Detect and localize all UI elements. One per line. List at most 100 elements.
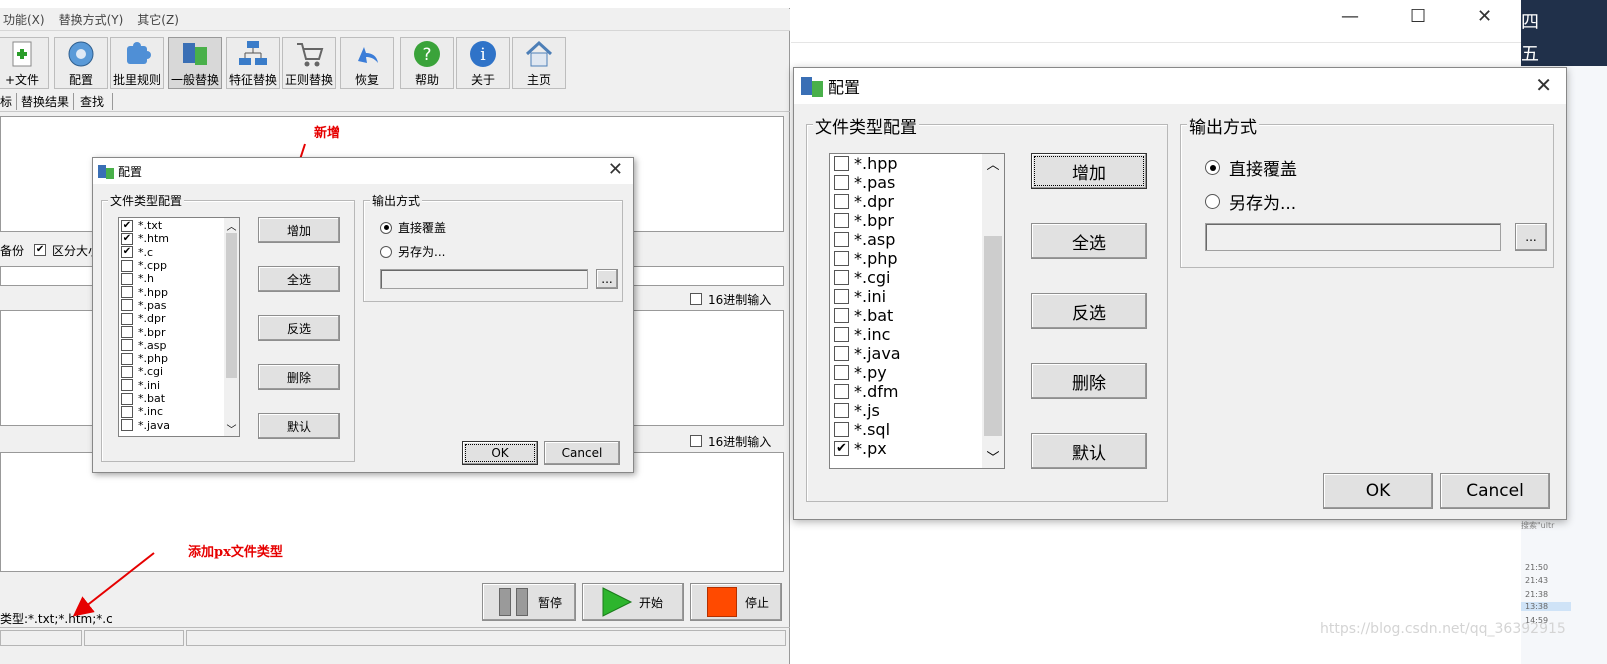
- overwrite-radio[interactable]: [380, 221, 392, 234]
- filetype-checkbox[interactable]: ✔: [121, 246, 133, 259]
- filetype-list-item[interactable]: *.bpr: [121, 325, 225, 339]
- pause-button[interactable]: 暂停: [482, 583, 576, 621]
- close-icon[interactable]: ✕: [1535, 73, 1552, 97]
- filetype-checkbox[interactable]: [121, 286, 133, 299]
- config-large-overwrite-option[interactable]: 直接覆盖: [1205, 155, 1297, 180]
- large-list-scrollbar[interactable]: ︿ ﹀: [982, 154, 1004, 468]
- saveas-radio[interactable]: [380, 245, 392, 258]
- filetype-list-item[interactable]: *.bpr: [834, 211, 984, 230]
- toolbar-config-button[interactable]: 配置: [54, 37, 108, 89]
- config-large-select-all-button[interactable]: 全选: [1031, 223, 1147, 259]
- filetype-checkbox[interactable]: [834, 156, 849, 171]
- tab-marker[interactable]: 标: [0, 93, 18, 110]
- filetype-checkbox[interactable]: [834, 175, 849, 190]
- config-large-add-button[interactable]: 增加: [1031, 153, 1147, 189]
- toolbar-restore-button[interactable]: 恢复: [340, 37, 394, 89]
- scroll-thumb[interactable]: [226, 233, 237, 378]
- filetype-list-item[interactable]: *.cgi: [121, 365, 225, 378]
- config-small-invert-button[interactable]: 反选: [258, 315, 340, 341]
- filetype-list-item[interactable]: *.dfm: [834, 382, 984, 401]
- filetype-checkbox[interactable]: [121, 312, 133, 325]
- filetype-checkbox[interactable]: [834, 270, 849, 285]
- filetype-list-item[interactable]: *.pas: [121, 299, 225, 312]
- filetype-list-item[interactable]: *.inc: [121, 405, 225, 418]
- filetype-list-item[interactable]: *.hpp: [121, 285, 225, 299]
- config-small-default-button[interactable]: 默认: [258, 413, 340, 439]
- config-small-overwrite-option[interactable]: 直接覆盖: [380, 219, 446, 236]
- filetype-list-item[interactable]: *.ini: [121, 379, 225, 392]
- filetype-list-item[interactable]: *.asp: [834, 230, 984, 249]
- filetype-list-item[interactable]: *.php: [834, 249, 984, 268]
- filetype-checkbox[interactable]: [121, 352, 133, 365]
- scroll-down-icon[interactable]: ﹀: [982, 447, 1004, 466]
- filetype-list-item[interactable]: ✔ *.htm: [121, 232, 225, 245]
- config-large-default-button[interactable]: 默认: [1031, 433, 1147, 469]
- config-small-browse-button[interactable]: ...: [596, 269, 618, 289]
- filetype-checkbox[interactable]: [834, 422, 849, 437]
- filetype-checkbox[interactable]: ✔: [121, 232, 133, 245]
- menu-item-function[interactable]: 功能(X): [3, 11, 45, 28]
- overwrite-radio[interactable]: [1205, 160, 1220, 175]
- filetype-list-item[interactable]: *.pas: [834, 173, 984, 192]
- filetype-checkbox[interactable]: [121, 339, 133, 352]
- config-small-ok-button[interactable]: OK: [462, 441, 538, 465]
- filetype-list-item[interactable]: *.bat: [121, 392, 225, 405]
- filetype-checkbox[interactable]: [834, 289, 849, 304]
- menu-item-replace-mode[interactable]: 替换方式(Y): [59, 11, 124, 28]
- config-small-add-button[interactable]: 增加: [258, 217, 340, 243]
- filetype-checkbox[interactable]: [834, 251, 849, 266]
- config-large-ok-button[interactable]: OK: [1323, 473, 1433, 509]
- filetype-list-item[interactable]: *.py: [834, 363, 984, 382]
- toolbar-home-button[interactable]: 主页: [512, 37, 566, 89]
- config-small-saveas-path[interactable]: [380, 269, 588, 289]
- hex-input-checkbox-2[interactable]: [690, 435, 702, 447]
- case-checkbox[interactable]: ✔: [34, 244, 47, 256]
- filetype-list-item[interactable]: *.bat: [834, 306, 984, 325]
- filetype-list-item[interactable]: *.hpp: [834, 154, 984, 173]
- filetype-checkbox[interactable]: [121, 419, 133, 432]
- filetype-checkbox[interactable]: [121, 379, 133, 392]
- filetype-list-item[interactable]: *.cgi: [834, 268, 984, 287]
- config-small-cancel-button[interactable]: Cancel: [544, 441, 620, 465]
- filetype-checkbox[interactable]: ✔: [834, 441, 849, 456]
- maximize-icon[interactable]: ☐: [1410, 6, 1426, 27]
- scroll-down-icon[interactable]: ﹀: [224, 421, 239, 436]
- config-small-select-all-button[interactable]: 全选: [258, 266, 340, 292]
- filetype-list-item[interactable]: ✔ *.txt: [121, 219, 225, 232]
- filetype-checkbox[interactable]: [834, 403, 849, 418]
- tab-find[interactable]: 查找: [74, 93, 114, 110]
- minimize-icon[interactable]: —: [1341, 6, 1359, 27]
- scroll-thumb[interactable]: [984, 236, 1002, 436]
- hex-input-checkbox-1[interactable]: [690, 293, 702, 305]
- config-small-delete-button[interactable]: 删除: [258, 364, 340, 390]
- toolbar-add-file-button[interactable]: +文件: [0, 37, 49, 89]
- config-large-browse-button[interactable]: ...: [1515, 223, 1547, 251]
- side-search[interactable]: 搜索"ultr: [1521, 520, 1554, 531]
- saveas-radio[interactable]: [1205, 194, 1220, 209]
- config-large-saveas-option[interactable]: 另存为...: [1205, 189, 1296, 214]
- config-large-cancel-button[interactable]: Cancel: [1440, 473, 1550, 509]
- close-icon[interactable]: ✕: [1477, 6, 1492, 27]
- filetype-list-item[interactable]: *.js: [834, 401, 984, 420]
- filetype-checkbox[interactable]: [834, 365, 849, 380]
- filetype-list-item[interactable]: *.dpr: [121, 312, 225, 325]
- config-large-filetype-list[interactable]: *.hpp *.pas *.dpr *.bpr *.asp *.php *.cgi *.ini…: [829, 153, 1005, 469]
- small-list-scrollbar[interactable]: ︿ ﹀: [224, 218, 239, 436]
- scroll-up-icon[interactable]: ︿: [224, 218, 239, 233]
- filetype-checkbox[interactable]: [834, 384, 849, 399]
- filetype-list-item[interactable]: *.java: [834, 344, 984, 363]
- close-icon[interactable]: ✕: [608, 159, 623, 180]
- menu-item-other[interactable]: 其它(Z): [137, 11, 179, 28]
- toolbar-about-button[interactable]: i 关于: [456, 37, 510, 89]
- config-large-invert-button[interactable]: 反选: [1031, 293, 1147, 329]
- toolbar-regex-replace-button[interactable]: 正则替换: [282, 37, 336, 89]
- filetype-checkbox[interactable]: [121, 326, 133, 339]
- filetype-checkbox[interactable]: [834, 194, 849, 209]
- config-small-saveas-option[interactable]: 另存为...: [380, 243, 445, 260]
- filetype-checkbox[interactable]: [121, 259, 133, 272]
- filetype-checkbox[interactable]: [834, 232, 849, 247]
- filetype-list-item[interactable]: *.sql: [834, 420, 984, 439]
- filetype-checkbox[interactable]: [121, 272, 133, 285]
- filetype-list-item[interactable]: *.inc: [834, 325, 984, 344]
- tab-replace-results[interactable]: 替换结果: [17, 93, 75, 110]
